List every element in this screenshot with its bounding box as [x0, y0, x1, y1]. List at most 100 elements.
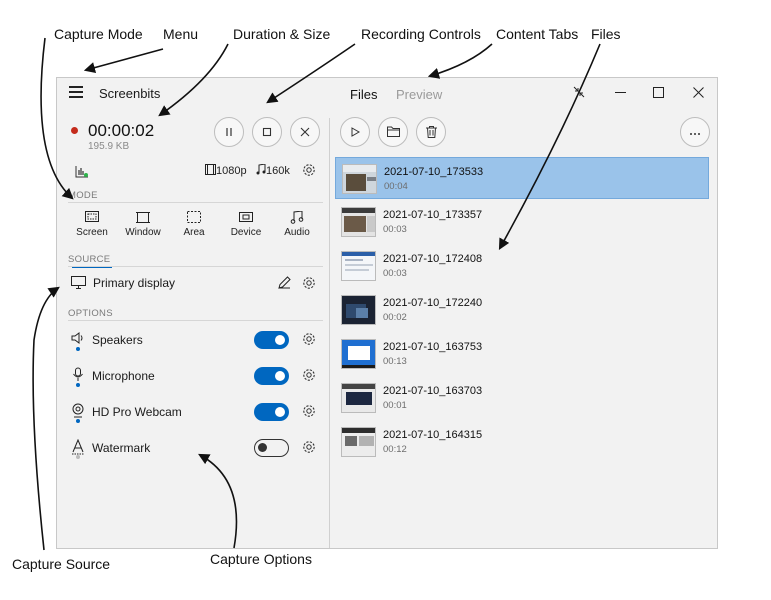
source-row[interactable]: Primary display [71, 272, 321, 294]
speakers-gear-icon[interactable] [301, 331, 317, 347]
webcam-active-dot [76, 419, 80, 423]
annotation-recording-controls: Recording Controls [361, 26, 481, 42]
monitor-icon [71, 276, 86, 289]
mode-window[interactable]: Window [119, 211, 167, 238]
microphone-toggle[interactable] [254, 367, 289, 385]
file-duration: 00:13 [383, 356, 407, 367]
annotation-capture-options: Capture Options [210, 551, 312, 567]
option-microphone: Microphone [71, 365, 321, 389]
gear-icon[interactable] [301, 162, 317, 178]
microphone-active-dot [76, 383, 80, 387]
stats-icon[interactable] [75, 166, 89, 178]
mode-screen[interactable]: Screen [68, 211, 116, 238]
bitrate-setting[interactable]: 160k [256, 163, 290, 177]
speakers-active-dot [76, 347, 80, 351]
watermark-gear-icon[interactable] [301, 439, 317, 455]
microphone-gear-icon[interactable] [301, 367, 317, 383]
option-watermark: Watermark [71, 437, 321, 461]
recording-duration: 00:00:02 [88, 121, 155, 140]
app-window: Screenbits Files Preview 00:00:02 195.9 … [56, 77, 718, 549]
annotation-capture-source: Capture Source [12, 556, 111, 572]
file-duration: 00:02 [383, 312, 407, 323]
mode-device-label: Device [230, 227, 262, 238]
arrow-capture-source [32, 286, 60, 551]
mode-section-label: MODE [68, 190, 98, 201]
device-icon [239, 212, 253, 222]
screen-icon [85, 211, 99, 222]
mode-divider [68, 202, 323, 203]
pane-divider [329, 118, 330, 548]
file-item[interactable]: 2021-07-10_172240 00:02 [335, 289, 709, 331]
webcam-icon [72, 403, 84, 418]
mode-area-label: Area [183, 227, 205, 238]
file-item[interactable]: 2021-07-10_173533 00:04 [335, 157, 709, 199]
minimize-icon[interactable] [609, 84, 631, 102]
file-duration: 00:01 [383, 400, 407, 411]
mode-window-label: Window [125, 227, 161, 238]
webcam-label: HD Pro Webcam [92, 405, 182, 419]
menu-icon[interactable] [69, 86, 83, 98]
recording-size: 195.9 KB [88, 141, 130, 152]
options-divider [68, 320, 323, 321]
play-button[interactable] [340, 117, 370, 147]
trash-icon [425, 126, 437, 138]
ellipsis-icon [690, 133, 700, 135]
file-item[interactable]: 2021-07-10_173357 00:03 [335, 201, 709, 243]
mode-area[interactable]: Area [170, 211, 218, 238]
pencil-icon[interactable] [278, 276, 291, 289]
speaker-icon [71, 332, 83, 344]
file-item[interactable]: 2021-07-10_163703 00:01 [335, 377, 709, 419]
resolution-setting[interactable]: 1080p [205, 164, 247, 177]
folder-icon [386, 126, 400, 137]
delete-button[interactable] [416, 117, 446, 147]
file-thumbnail [341, 207, 376, 237]
compact-overlay-icon[interactable] [568, 84, 590, 102]
option-webcam: HD Pro Webcam [71, 401, 321, 425]
file-thumbnail [341, 339, 376, 369]
pause-button[interactable] [214, 117, 244, 147]
tab-preview[interactable]: Preview [396, 87, 442, 102]
file-name: 2021-07-10_163703 [383, 385, 483, 397]
file-item[interactable]: 2021-07-10_172408 00:03 [335, 245, 709, 287]
file-duration: 00:03 [383, 224, 407, 235]
annotation-menu: Menu [163, 26, 199, 42]
source-gear-icon[interactable] [301, 275, 317, 291]
close-icon[interactable] [687, 84, 709, 102]
mode-device[interactable]: Device [222, 211, 270, 238]
speakers-toggle[interactable] [254, 331, 289, 349]
title-bar: Screenbits Files Preview [57, 78, 717, 108]
music-note-icon [256, 163, 266, 175]
speakers-label: Speakers [92, 333, 143, 347]
open-folder-button[interactable] [378, 117, 408, 147]
source-value: Primary display [93, 276, 176, 290]
bitrate-value: 160k [266, 165, 290, 177]
arrow-menu [83, 48, 164, 74]
file-duration: 00:04 [384, 181, 408, 192]
file-thumbnail [342, 164, 377, 194]
source-section-label: SOURCE [68, 254, 111, 265]
webcam-gear-icon[interactable] [301, 403, 317, 419]
annotation-duration-size: Duration & Size [233, 26, 331, 42]
watermark-inactive-dot [76, 455, 80, 459]
file-duration: 00:03 [383, 268, 407, 279]
app-title: Screenbits [99, 86, 161, 101]
mode-audio[interactable]: Audio [273, 211, 321, 238]
tab-files[interactable]: Files [350, 87, 377, 102]
file-name: 2021-07-10_172408 [383, 253, 483, 265]
arrow-content-tabs [427, 43, 493, 79]
webcam-toggle[interactable] [254, 403, 289, 421]
annotation-content-tabs: Content Tabs [496, 26, 579, 42]
microphone-icon [73, 367, 83, 381]
more-button[interactable] [680, 117, 710, 147]
file-item[interactable]: 2021-07-10_163753 00:13 [335, 333, 709, 375]
annotation-capture-mode: Capture Mode [54, 26, 143, 42]
file-thumbnail [341, 251, 376, 281]
film-icon [205, 164, 216, 175]
discard-button[interactable] [290, 117, 320, 147]
stop-button[interactable] [252, 117, 282, 147]
file-item[interactable]: 2021-07-10_164315 00:12 [335, 421, 709, 463]
audio-icon [290, 211, 304, 224]
watermark-toggle[interactable] [254, 439, 289, 457]
file-name: 2021-07-10_164315 [383, 429, 483, 441]
maximize-icon[interactable] [647, 84, 669, 102]
